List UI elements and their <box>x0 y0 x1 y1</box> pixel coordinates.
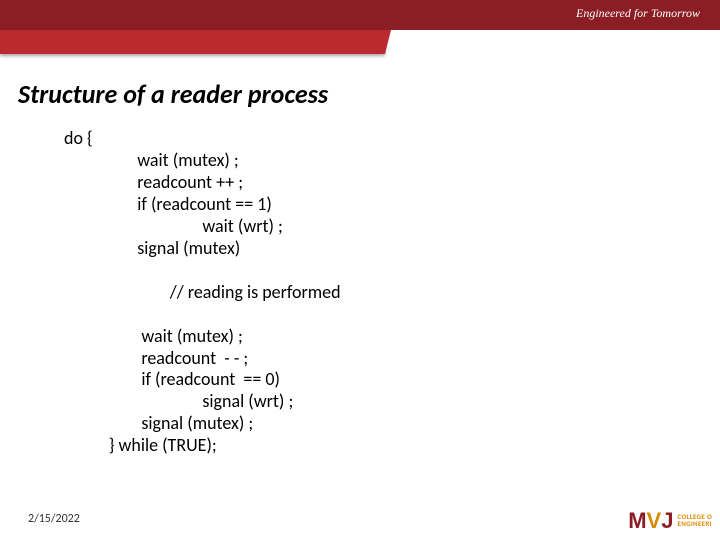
logo-mark: MVJ <box>628 510 673 532</box>
code-line: wait (wrt) ; <box>64 216 702 238</box>
code-line: readcount ++ ; <box>64 172 702 194</box>
code-block: do { wait (mutex) ; readcount ++ ; if (r… <box>64 128 702 457</box>
code-line: if (readcount == 1) <box>64 194 702 216</box>
code-line <box>64 260 702 282</box>
logo-text-line2: ENGINEERI <box>677 519 711 528</box>
header-tab-notch <box>385 30 391 54</box>
code-line: } while (TRUE); <box>64 435 702 457</box>
code-line: signal (wrt) ; <box>64 391 702 413</box>
code-line: signal (mutex) <box>64 238 702 260</box>
header-tab <box>0 30 385 54</box>
slide-content: Structure of a reader process do { wait … <box>18 78 702 457</box>
code-line: if (readcount == 0) <box>64 369 702 391</box>
code-line: // reading is performed <box>64 282 702 304</box>
code-line: wait (mutex) ; <box>64 150 702 172</box>
code-line: do { <box>64 128 702 150</box>
footer-logo: MVJ COLLEGE O ENGINEERI <box>628 510 712 532</box>
header-tagline: Engineered for Tomorrow <box>576 6 700 21</box>
logo-text: COLLEGE O ENGINEERI <box>677 514 712 527</box>
slide-title: Structure of a reader process <box>18 78 702 110</box>
footer-date: 2/15/2022 <box>28 512 80 526</box>
code-line: signal (mutex) ; <box>64 413 702 435</box>
header-bar: Engineered for Tomorrow <box>0 0 720 30</box>
code-line: readcount - - ; <box>64 348 702 370</box>
code-line: wait (mutex) ; <box>64 326 702 348</box>
code-line <box>64 304 702 326</box>
